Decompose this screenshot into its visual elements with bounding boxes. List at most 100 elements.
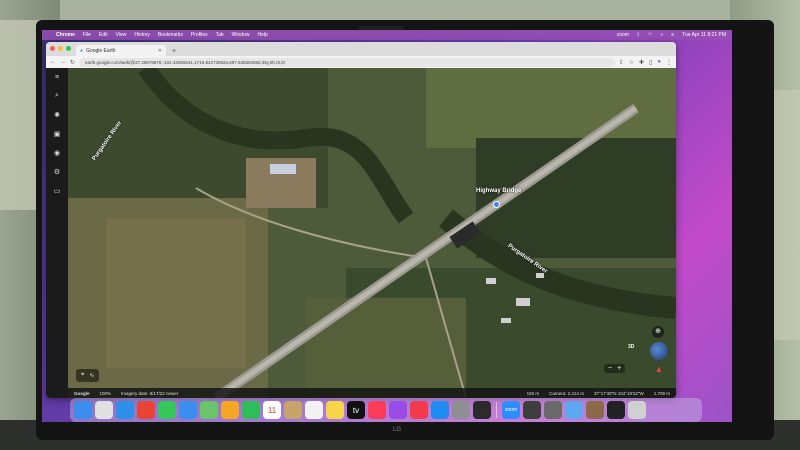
menu-view[interactable]: View bbox=[116, 32, 127, 38]
dock-app-store-icon[interactable] bbox=[431, 401, 449, 419]
new-tab-button[interactable]: + bbox=[166, 48, 182, 56]
placemark-pin[interactable] bbox=[493, 201, 500, 208]
minimize-window-button[interactable] bbox=[58, 46, 63, 51]
dock-mail-icon[interactable] bbox=[179, 401, 197, 419]
projects-icon[interactable]: ◉ bbox=[54, 149, 60, 157]
dock-news-icon[interactable] bbox=[410, 401, 428, 419]
reload-icon[interactable]: ↻ bbox=[70, 59, 75, 66]
close-window-button[interactable] bbox=[50, 46, 55, 51]
dock-photos-icon[interactable] bbox=[221, 401, 239, 419]
search-icon[interactable]: ⌕ bbox=[55, 92, 59, 100]
zoom-controls: − + bbox=[604, 364, 626, 373]
menu-file[interactable]: File bbox=[83, 32, 91, 38]
share-icon[interactable]: ⇪ bbox=[619, 59, 624, 66]
extensions-icon[interactable]: ✚ bbox=[639, 59, 644, 66]
clock[interactable]: Tue Apr 11 8:21 PM bbox=[682, 32, 726, 38]
dock-launchpad-icon[interactable] bbox=[95, 401, 113, 419]
dock-chrome-icon[interactable] bbox=[137, 401, 155, 419]
dock-reminders-icon[interactable] bbox=[305, 401, 323, 419]
dock-maps-icon[interactable] bbox=[200, 401, 218, 419]
zoom-in-button[interactable]: + bbox=[617, 365, 621, 372]
map-status-bar: Google 100% Imagery date: 9/17/22 newer … bbox=[68, 388, 676, 398]
camera-altitude: Camera: 2,414 m bbox=[549, 390, 584, 396]
dock-messages-icon[interactable] bbox=[158, 401, 176, 419]
dock-music-icon[interactable] bbox=[368, 401, 386, 419]
control-center-icon[interactable]: ≡ bbox=[671, 32, 674, 38]
menu-bookmarks[interactable]: Bookmarks bbox=[158, 32, 183, 38]
tab-strip: ● Google Earth ✕ + bbox=[46, 42, 676, 56]
menu-history[interactable]: History bbox=[134, 32, 150, 38]
satellite-map[interactable]: ≡ ⌕ ✺ ▣ ◉ ⚙ ▭ Purgatoire River Highway B… bbox=[46, 68, 676, 398]
add-placemark-icon[interactable]: ⌖ bbox=[81, 372, 84, 379]
bridge-label: Highway Bridge bbox=[476, 188, 522, 194]
toggle-3d-button[interactable]: 3D bbox=[628, 344, 634, 350]
tab-google-earth[interactable]: ● Google Earth ✕ bbox=[76, 45, 166, 56]
share-link-icon[interactable]: ▭ bbox=[54, 187, 61, 195]
menu-edit[interactable]: Edit bbox=[99, 32, 108, 38]
satellite-imagery bbox=[46, 68, 676, 398]
sidepanel-icon[interactable]: ▯ bbox=[649, 59, 652, 66]
zoom-out-button[interactable]: − bbox=[608, 365, 612, 372]
loading-progress: 100% bbox=[99, 390, 112, 396]
close-tab-icon[interactable]: ✕ bbox=[158, 48, 162, 54]
bookmark-star-icon[interactable]: ☆ bbox=[629, 59, 634, 66]
elevation: 1,709 m bbox=[653, 390, 670, 396]
dock-podcasts-icon[interactable] bbox=[389, 401, 407, 419]
menu-profiles[interactable]: Profiles bbox=[191, 32, 208, 38]
dock-preview-icon[interactable] bbox=[544, 401, 562, 419]
menu-window[interactable]: Window bbox=[232, 32, 250, 38]
menubar-app-name[interactable]: Chrome bbox=[56, 32, 75, 38]
dice-icon[interactable]: ▣ bbox=[54, 130, 61, 138]
back-icon[interactable]: ← bbox=[50, 59, 56, 65]
dock-finder-icon[interactable] bbox=[74, 401, 92, 419]
pegman-icon[interactable]: ♟ bbox=[656, 366, 662, 374]
menu-tab[interactable]: Tab bbox=[216, 32, 224, 38]
tv-logo: LG bbox=[393, 427, 402, 433]
dock-zoom-icon[interactable]: zoom bbox=[502, 401, 520, 419]
dock-quicktime-icon[interactable] bbox=[523, 401, 541, 419]
mac-dock: 11 tv zoom bbox=[70, 398, 702, 422]
dock-system-settings-icon[interactable] bbox=[452, 401, 470, 419]
dock-notes-icon[interactable] bbox=[326, 401, 344, 419]
dock-calendar-icon[interactable]: 11 bbox=[263, 401, 281, 419]
dock-trash-icon[interactable] bbox=[628, 401, 646, 419]
chrome-window: ● Google Earth ✕ + ← → ↻ earth.google.co… bbox=[46, 42, 676, 398]
menu-help[interactable]: Help bbox=[257, 32, 267, 38]
window-controls bbox=[50, 46, 71, 51]
google-brand: Google bbox=[74, 390, 90, 396]
tab-title: Google Earth bbox=[86, 47, 116, 54]
search-icon[interactable]: ⌕ bbox=[660, 32, 663, 38]
dock-davinci-icon[interactable] bbox=[473, 401, 491, 419]
status-readouts: 150 m Camera: 2,414 m 37°17'48"N 104°19'… bbox=[527, 391, 670, 396]
maximize-window-button[interactable] bbox=[66, 46, 71, 51]
coordinates: 37°17'48"N 104°19'22"W bbox=[593, 390, 644, 396]
scale-bar: 150 m bbox=[526, 390, 540, 396]
menu-kebab-icon[interactable]: ⋮ bbox=[666, 59, 672, 66]
hamburger-menu-icon[interactable]: ≡ bbox=[55, 74, 59, 81]
imagery-date[interactable]: Imagery date: 9/17/22 newer bbox=[121, 391, 178, 396]
earth-left-rail: ≡ ⌕ ✺ ▣ ◉ ⚙ ▭ bbox=[46, 68, 68, 398]
voyager-icon[interactable]: ✺ bbox=[54, 111, 60, 119]
mac-menubar: Chrome File Edit View History Bookmarks … bbox=[42, 30, 732, 40]
dock-facetime-icon[interactable] bbox=[242, 401, 260, 419]
globe-icon[interactable] bbox=[650, 342, 668, 360]
wifi-icon[interactable]: ◠ bbox=[648, 32, 652, 38]
address-bar[interactable]: earth.google.com/web/@37.29678878,-104.3… bbox=[79, 57, 615, 67]
forward-icon[interactable]: → bbox=[60, 59, 66, 65]
profile-avatar[interactable]: ● bbox=[657, 59, 661, 66]
dock-screenshot-icon[interactable] bbox=[607, 401, 625, 419]
mac-screen: Chrome File Edit View History Bookmarks … bbox=[42, 30, 732, 422]
bluetooth-icon[interactable]: ᛒ bbox=[637, 32, 640, 38]
map-tools: ⌖ ∿ bbox=[76, 369, 100, 382]
navigation-controls: ⊕ 3D − + ♟ bbox=[604, 326, 668, 382]
dock-folder-icon[interactable] bbox=[565, 401, 583, 419]
dock-safari-icon[interactable] bbox=[116, 401, 134, 419]
settings-gear-icon[interactable]: ⚙ bbox=[54, 168, 60, 176]
dock-tv-icon[interactable]: tv bbox=[347, 401, 365, 419]
measure-icon[interactable]: ∿ bbox=[89, 372, 94, 379]
zoom-status[interactable]: zoom bbox=[617, 32, 629, 38]
compass-icon[interactable]: ⊕ bbox=[652, 326, 664, 338]
dock-contacts-icon[interactable] bbox=[284, 401, 302, 419]
dock-photo-stack-icon[interactable] bbox=[586, 401, 604, 419]
browser-toolbar: ← → ↻ earth.google.com/web/@37.29678878,… bbox=[46, 56, 676, 68]
